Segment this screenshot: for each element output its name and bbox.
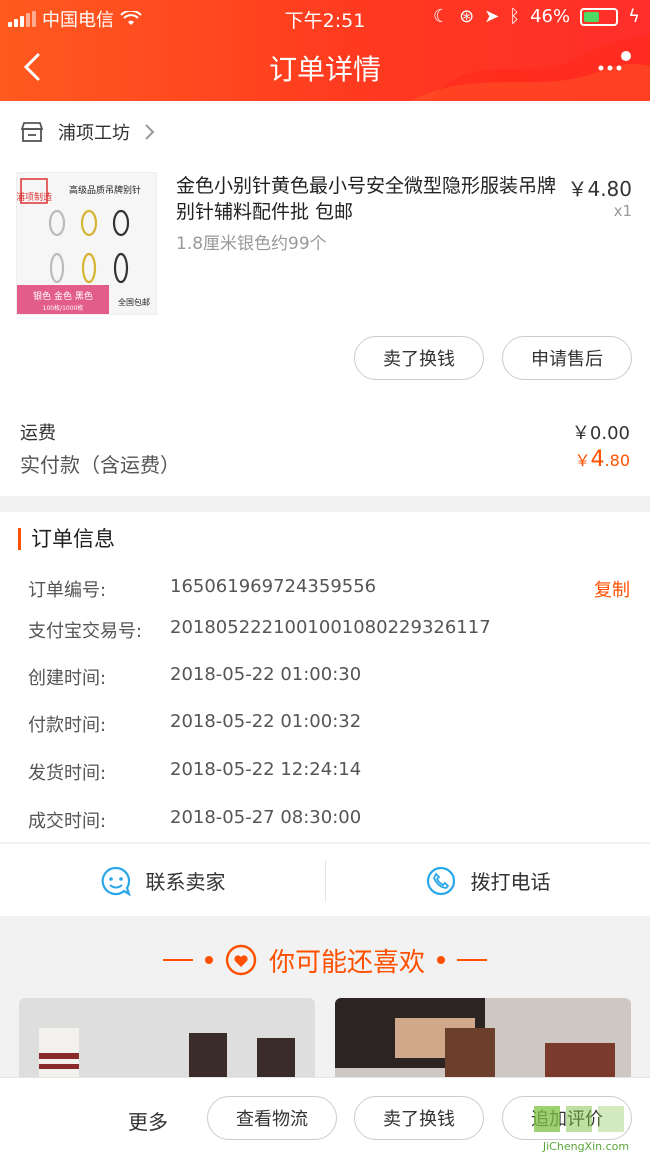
boots-photo-1 <box>19 998 315 1088</box>
contact-seller-label: 联系卖家 <box>145 870 226 894</box>
more-menu-icon[interactable] <box>596 50 632 80</box>
item-quantity: x1 <box>613 202 632 220</box>
chat-face-icon <box>101 866 131 896</box>
paid-time-value: 2018-05-22 01:00:32 <box>170 711 362 732</box>
view-logistics-button[interactable]: 查看物流 <box>207 1096 337 1140</box>
total-decimal: .80 <box>604 451 630 470</box>
status-bar: 中国电信 下午2:51 ☾ ⊛ ➤ ᛒ 46% ϟ <box>0 0 650 34</box>
call-phone-button[interactable]: 拨打电话 <box>325 844 650 917</box>
after-sale-button[interactable]: 申请售后 <box>502 336 632 380</box>
recommend-product-image-2[interactable] <box>335 998 631 1088</box>
created-time-value: 2018-05-22 01:00:30 <box>170 664 362 685</box>
recommend-product-image-1[interactable] <box>19 998 315 1088</box>
charging-icon: ϟ <box>628 6 640 27</box>
bottom-sell-for-cash-button[interactable]: 卖了换钱 <box>354 1096 484 1140</box>
order-info-title: 订单信息 <box>18 528 115 550</box>
completed-time-label: 成交时间: <box>28 811 107 832</box>
image-stamp-text: 浦项制造 <box>17 191 52 203</box>
more-actions-button[interactable]: 更多 <box>128 1106 168 1135</box>
bluetooth-icon: ᛒ <box>509 6 521 27</box>
battery-percent: 46% <box>530 6 571 27</box>
item-title[interactable]: 金色小别针黄色最小号安全微型隐形服装吊牌别针辅料配件批 包邮 <box>176 173 556 225</box>
watermark-text: JiChengXin.com <box>542 1140 629 1153</box>
image-free-ship-text: 全国包邮 <box>118 297 150 307</box>
shop-link[interactable]: 浦项工坊 <box>20 119 156 145</box>
item-spec: 1.8厘米银色约99个 <box>176 234 327 254</box>
total-integer: 4 <box>590 447 605 472</box>
total-paid-value: ￥4.80 <box>575 447 630 472</box>
copy-order-number-button[interactable]: 复制 <box>594 576 630 602</box>
shipping-label: 运费 <box>20 423 56 444</box>
sell-for-cash-button[interactable]: 卖了换钱 <box>354 336 484 380</box>
total-paid-label: 实付款（含运费） <box>20 453 180 477</box>
recommend-left-dot <box>204 956 213 964</box>
product-image-illustration: 浦项制造 高级品质吊牌别针 银色 金色 黑色 100枚/1000枚 全国包邮 <box>17 173 156 314</box>
recommend-left-line <box>162 959 193 961</box>
location-icon: ➤ <box>484 6 500 27</box>
created-time-label: 创建时间: <box>28 668 107 689</box>
alipay-trade-value: 2018052221001001080229326117 <box>170 617 491 638</box>
image-colors-text: 银色 金色 黑色 <box>33 290 93 302</box>
image-heading-text: 高级品质吊牌别针 <box>69 184 141 196</box>
shipped-time-value: 2018-05-22 12:24:14 <box>170 759 362 780</box>
order-number-value: 165061969724359556 <box>170 576 377 597</box>
order-item-card: 浦项工坊 浦项制造 高级品质吊牌别针 银色 金色 黑色 100枚/1000枚 全… <box>0 101 650 496</box>
moon-icon: ☾ <box>432 6 450 27</box>
recommend-right-line <box>457 959 487 961</box>
product-image[interactable]: 浦项制造 高级品质吊牌别针 银色 金色 黑色 100枚/1000枚 全国包邮 <box>16 172 157 315</box>
order-info-section: 订单信息 订单编号: 165061969724359556 复制 支付宝交易号:… <box>0 512 650 842</box>
order-number-label: 订单编号: <box>28 580 107 601</box>
page-title: 订单详情 <box>268 53 381 86</box>
alipay-trade-label: 支付宝交易号: <box>28 621 143 642</box>
heart-circle-icon <box>225 944 257 976</box>
call-phone-label: 拨打电话 <box>470 870 551 894</box>
total-currency: ￥ <box>574 451 591 470</box>
shop-name: 浦项工坊 <box>58 123 130 144</box>
shipped-time-label: 发货时间: <box>28 763 107 784</box>
app-header: 中国电信 下午2:51 ☾ ⊛ ➤ ᛒ 46% ϟ 订单详情 <box>0 0 650 101</box>
recommend-right-dot <box>437 956 445 964</box>
rotation-lock-icon: ⊛ <box>459 6 475 27</box>
shipping-value: ￥0.00 <box>571 423 630 444</box>
completed-time-value: 2018-05-27 08:30:00 <box>170 807 362 828</box>
recommend-header: 你可能还喜欢 <box>0 930 650 990</box>
watermark-logo: JiChengXin.com <box>534 1106 629 1153</box>
recommend-title: 你可能还喜欢 <box>268 947 425 978</box>
contact-seller-button[interactable]: 联系卖家 <box>0 844 325 917</box>
shop-icon <box>20 122 44 142</box>
paid-time-label: 付款时间: <box>28 715 107 736</box>
image-amount-text: 100枚/1000枚 <box>43 304 84 312</box>
boots-photo-2 <box>335 998 631 1088</box>
item-price: ￥4.80 <box>567 177 632 201</box>
contact-bar: 联系卖家 拨打电话 <box>0 843 650 916</box>
chevron-right-icon <box>145 124 155 140</box>
site-watermark: JiChengXin.com <box>526 1102 646 1154</box>
phone-icon <box>426 866 455 895</box>
battery-icon <box>580 7 619 26</box>
